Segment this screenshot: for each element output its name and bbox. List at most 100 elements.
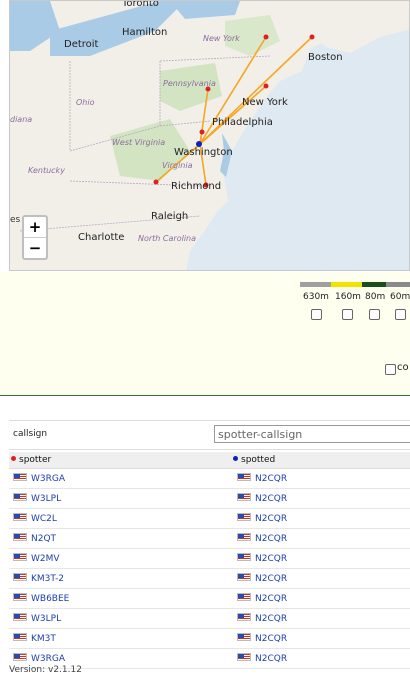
spotted-cell[interactable]: N2CQR — [237, 613, 287, 624]
co-label: co — [397, 362, 409, 373]
us-flag-icon — [237, 473, 251, 481]
band-label-630m: 630m — [303, 292, 329, 302]
spotter-callsign[interactable]: W3LPL — [31, 494, 61, 504]
spotter-cell[interactable]: KM3T-2 — [13, 573, 64, 584]
band-label-60m: 60m — [390, 292, 410, 302]
spotter-callsign[interactable]: WB6BEE — [31, 594, 69, 604]
spotted-cell[interactable]: N2CQR — [237, 633, 287, 644]
band-color-630m — [300, 282, 331, 287]
spotted-callsign[interactable]: N2CQR — [255, 474, 287, 484]
spotted-cell[interactable]: N2CQR — [237, 513, 287, 524]
spotter-cell[interactable]: W3LPL — [13, 613, 61, 624]
spotter-callsign[interactable]: KM3T-2 — [31, 574, 64, 584]
us-flag-icon — [13, 533, 27, 541]
spotted-callsign[interactable]: N2CQR — [255, 494, 287, 504]
spotter-cell[interactable]: N2QT — [13, 533, 56, 544]
spotter-dot-icon — [11, 456, 16, 461]
us-flag-icon — [237, 593, 251, 601]
map-label-raleigh: Raleigh — [151, 211, 189, 222]
spotter-marker — [263, 83, 269, 89]
map-label-charlotte: Charlotte — [78, 232, 125, 243]
spotted-cell[interactable]: N2CQR — [237, 593, 287, 604]
spotted-cell[interactable]: N2CQR — [237, 473, 287, 484]
spotted-header-label: spotted — [241, 455, 276, 465]
spotter-cell[interactable]: WB6BEE — [13, 593, 69, 604]
spotted-callsign[interactable]: N2CQR — [255, 534, 287, 544]
spotted-callsign[interactable]: N2CQR — [255, 594, 287, 604]
spotter-cell[interactable]: KM3T — [13, 633, 56, 644]
table-row: W3LPL N2CQR — [9, 489, 410, 509]
spotter-marker — [263, 34, 269, 40]
spotted-dot-icon — [233, 456, 238, 461]
spotter-callsign[interactable]: WC2L — [31, 514, 57, 524]
spotted-cell[interactable]: N2CQR — [237, 653, 287, 664]
band-color-80m — [362, 282, 386, 287]
us-flag-icon — [237, 573, 251, 581]
version-text: Version: v2.1.12 — [9, 665, 82, 675]
map-label-richmond: Richmond — [171, 181, 222, 192]
spotter-callsign-input[interactable] — [214, 425, 410, 443]
co-checkbox[interactable] — [385, 364, 396, 375]
table-row: W2MV N2CQR — [9, 549, 410, 569]
band-checkbox-630m[interactable] — [311, 309, 322, 320]
band-label-80m: 80m — [365, 292, 386, 302]
zoom-control: + − — [22, 215, 48, 260]
table-row: W3RGA N2CQR — [9, 469, 410, 489]
map-label-kentucky: Kentucky — [28, 166, 65, 175]
spotter-callsign[interactable]: W3RGA — [31, 474, 65, 484]
us-flag-icon — [237, 553, 251, 561]
spotter-callsign[interactable]: W3LPL — [31, 614, 61, 624]
table-row: KM3T N2CQR — [9, 629, 410, 649]
spotted-callsign[interactable]: N2CQR — [255, 634, 287, 644]
map-label-new-york: New York — [242, 97, 288, 108]
us-flag-icon — [13, 653, 27, 661]
map-label-new-york-state: New York — [203, 34, 240, 43]
spot-map[interactable]: Toronto Hamilton Detroit New York Boston… — [9, 0, 410, 271]
spotter-callsign[interactable]: W3RGA — [31, 654, 65, 664]
spots-table-body: W3RGA N2CQR W3LPL N2CQR WC2L N2CQR N2QT … — [9, 469, 410, 669]
spotted-callsign[interactable]: N2CQR — [255, 554, 287, 564]
map-label-washington: Washington — [174, 147, 233, 158]
spotter-cell[interactable]: W3RGA — [13, 653, 65, 664]
spotted-cell[interactable]: N2CQR — [237, 493, 287, 504]
us-flag-icon — [13, 633, 27, 641]
callsign-filter-row: callsign — [9, 420, 410, 450]
spotter-cell[interactable]: W3LPL — [13, 493, 61, 504]
spotted-callsign[interactable]: N2CQR — [255, 614, 287, 624]
spotted-callsign[interactable]: N2CQR — [255, 514, 287, 524]
band-checkbox-60m[interactable] — [395, 309, 406, 320]
callsign-label: callsign — [13, 429, 48, 439]
zoom-in-button[interactable]: + — [24, 217, 46, 238]
spots-table-header: spotter spotted — [9, 452, 410, 469]
table-row: W3LPL N2CQR — [9, 609, 410, 629]
spotted-cell[interactable]: N2CQR — [237, 533, 287, 544]
spotted-callsign[interactable]: N2CQR — [255, 654, 287, 664]
us-flag-icon — [237, 613, 251, 621]
spotter-callsign[interactable]: W2MV — [31, 554, 60, 564]
band-checkbox-80m[interactable] — [369, 309, 380, 320]
spotter-cell[interactable]: WC2L — [13, 513, 57, 524]
map-label-toronto: Toronto — [122, 0, 159, 9]
spotted-cell[interactable]: N2CQR — [237, 553, 287, 564]
spotter-cell[interactable]: W3RGA — [13, 473, 65, 484]
map-label-philadelphia: Philadelphia — [212, 117, 273, 128]
band-color-60m — [386, 282, 410, 287]
spotter-marker — [153, 179, 159, 185]
spotter-cell[interactable]: W2MV — [13, 553, 60, 564]
spotted-callsign[interactable]: N2CQR — [255, 574, 287, 584]
band-checkbox-160m[interactable] — [342, 309, 353, 320]
map-label-ohio: Ohio — [76, 98, 95, 107]
spotter-callsign[interactable]: KM3T — [31, 634, 56, 644]
spotted-column-header: spotted — [233, 455, 275, 465]
map-label-north-carolina: North Carolina — [138, 234, 197, 243]
map-label-indiana: diana — [10, 115, 33, 124]
us-flag-icon — [13, 493, 27, 501]
spotted-cell[interactable]: N2CQR — [237, 573, 287, 584]
band-label-160m: 160m — [335, 292, 361, 302]
spotter-marker — [309, 34, 315, 40]
map-label-west-virginia: West Virginia — [112, 138, 166, 147]
spotter-callsign[interactable]: N2QT — [31, 534, 56, 544]
band-color-160m — [331, 282, 362, 287]
spotter-header-label: spotter — [19, 455, 52, 465]
zoom-out-button[interactable]: − — [24, 238, 46, 258]
